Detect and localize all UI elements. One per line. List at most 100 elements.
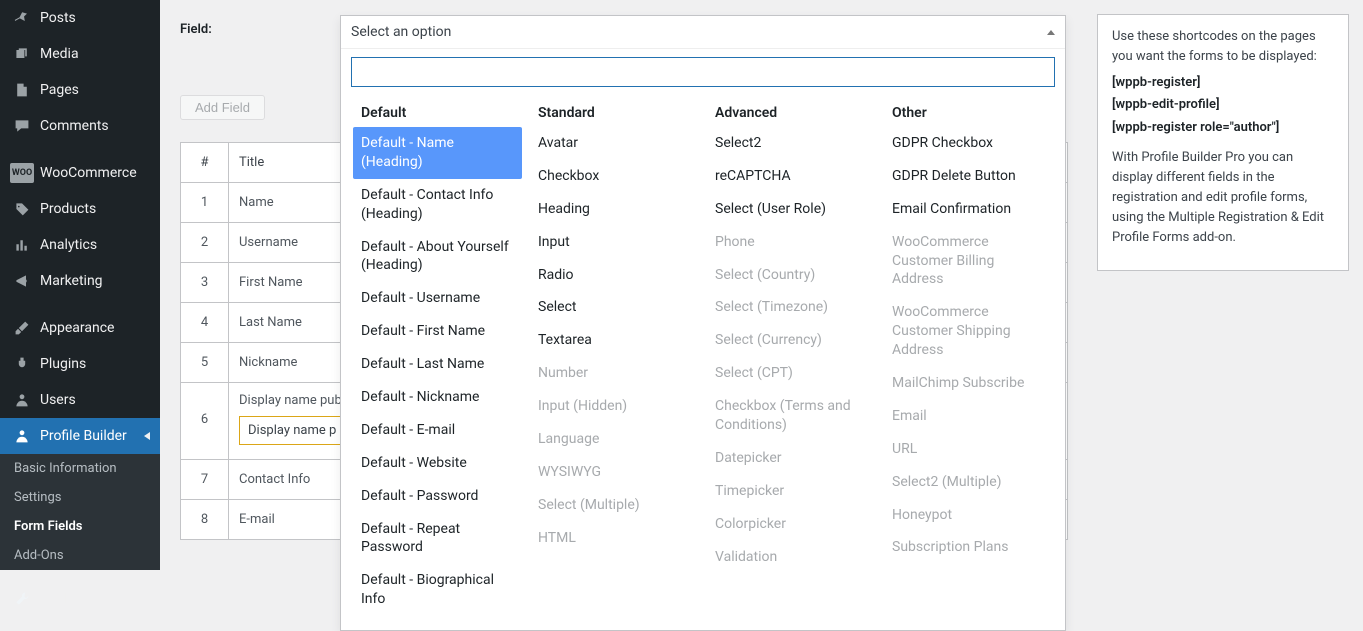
dropdown-option[interactable]: Avatar	[530, 127, 699, 160]
menu-item-appearance[interactable]: Appearance	[0, 310, 160, 346]
dropdown-option[interactable]: Default - Name (Heading)	[353, 127, 522, 179]
dropdown-option[interactable]: Textarea	[530, 324, 699, 357]
dropdown-option[interactable]: Default - First Name	[353, 315, 522, 348]
row-number: 5	[181, 343, 229, 383]
menu-label: Posts	[40, 9, 76, 27]
dropdown-option: Select (Currency)	[707, 324, 876, 357]
menu-item-products[interactable]: Products	[0, 191, 160, 227]
menu-item-plugins[interactable]: Plugins	[0, 346, 160, 382]
submenu-item-settings[interactable]: Settings	[0, 483, 160, 512]
dropdown-option[interactable]: Select	[530, 291, 699, 324]
dropdown-group-label: Default	[353, 101, 522, 127]
dropdown-option: WooCommerce Customer Billing Address	[884, 226, 1053, 297]
row-badge: Display name p	[239, 416, 345, 445]
menu-item-woocommerce[interactable]: WOOWooCommerce	[0, 155, 160, 191]
dropdown-option[interactable]: Default - E-mail	[353, 414, 522, 447]
dropdown-option[interactable]: Default - Website	[353, 447, 522, 480]
dropdown-option: Datepicker	[707, 442, 876, 475]
menu-item-comments[interactable]: Comments	[0, 108, 160, 144]
menu-item-profile-builder[interactable]: Profile Builder	[0, 418, 160, 454]
submenu-item-add-ons[interactable]: Add-Ons	[0, 541, 160, 570]
field-label: Field:	[180, 22, 212, 37]
menu-label: Profile Builder	[40, 427, 127, 445]
dropdown-option[interactable]: reCAPTCHA	[707, 160, 876, 193]
dropdown-option: Email	[884, 400, 1053, 433]
dropdown-option: Timepicker	[707, 475, 876, 508]
dropdown-option[interactable]: Default - Biographical Info	[353, 564, 522, 616]
dropdown-option: WooCommerce Customer Shipping Address	[884, 296, 1053, 367]
dropdown-option[interactable]: Default - Repeat Password	[353, 513, 522, 565]
menu-item-marketing[interactable]: Marketing	[0, 263, 160, 299]
user-icon	[12, 390, 32, 410]
row-number: 1	[181, 183, 229, 223]
woo-icon: WOO	[12, 163, 32, 183]
menu-item-tools[interactable]: Tools	[0, 581, 160, 617]
dropdown-option[interactable]: GDPR Checkbox	[884, 127, 1053, 160]
menu-label: Marketing	[40, 272, 103, 290]
chart-icon	[12, 235, 32, 255]
dropdown-option: Subscription Plans	[884, 531, 1053, 564]
dropdown-option[interactable]: Default - Username	[353, 282, 522, 315]
dropdown-option[interactable]: GDPR Delete Button	[884, 160, 1053, 193]
dropdown-search-input[interactable]	[351, 57, 1055, 87]
help-note: With Profile Builder Pro you can display…	[1112, 148, 1334, 249]
menu-label: Plugins	[40, 355, 86, 373]
dropdown-option[interactable]: Checkbox	[530, 160, 699, 193]
dropdown-option[interactable]: Email Confirmation	[884, 193, 1053, 226]
menu-label: Products	[40, 200, 96, 218]
dropdown-option: Number	[530, 357, 699, 390]
menu-label: Comments	[40, 117, 109, 135]
row-number: 3	[181, 263, 229, 303]
dropdown-group: StandardAvatarCheckboxHeadingInputRadioS…	[526, 101, 703, 616]
dropdown-option: Input (Hidden)	[530, 390, 699, 423]
dropdown-option: WYSIWYG	[530, 456, 699, 489]
submenu-item-form-fields[interactable]: Form Fields	[0, 512, 160, 541]
add-field-button[interactable]: Add Field	[180, 95, 265, 120]
dropdown-option: Colorpicker	[707, 508, 876, 541]
menu-label: Media	[40, 45, 79, 63]
dropdown-option[interactable]: Default - Password	[353, 480, 522, 513]
dropdown-option: MailChimp Subscribe	[884, 367, 1053, 400]
admin-sidebar: Posts Media Pages Comments WOOWooCommerce Pr…	[0, 0, 160, 552]
dropdown-option[interactable]: Heading	[530, 193, 699, 226]
menu-item-posts[interactable]: Posts	[0, 0, 160, 36]
menu-item-pages[interactable]: Pages	[0, 72, 160, 108]
row-number: 2	[181, 223, 229, 263]
shortcode: [wppb-register role="author"]	[1112, 118, 1334, 138]
dropdown-group: OtherGDPR CheckboxGDPR Delete ButtonEmai…	[880, 101, 1057, 616]
shortcode: [wppb-edit-profile]	[1112, 95, 1334, 115]
brush-icon	[12, 318, 32, 338]
dropdown-option[interactable]: Select2	[707, 127, 876, 160]
dropdown-option: Validation	[707, 541, 876, 574]
help-panel: Use these shortcodes on the pages you wa…	[1097, 14, 1349, 271]
dropdown-toggle[interactable]: Select an option	[341, 16, 1065, 49]
dropdown-option[interactable]: Default - Nickname	[353, 381, 522, 414]
dropdown-option[interactable]: Default - Contact Info (Heading)	[353, 179, 522, 231]
active-arrow-icon	[144, 432, 150, 440]
menu-item-analytics[interactable]: Analytics	[0, 227, 160, 263]
user-icon	[12, 426, 32, 446]
dropdown-option[interactable]: Radio	[530, 259, 699, 292]
row-number: 6	[181, 383, 229, 460]
row-number: 7	[181, 460, 229, 500]
dropdown-option: Checkbox (Terms and Conditions)	[707, 390, 876, 442]
page-icon	[12, 80, 32, 100]
dropdown-selected-label: Select an option	[351, 24, 451, 40]
menu-label: Analytics	[40, 236, 97, 254]
menu-item-users[interactable]: Users	[0, 382, 160, 418]
dropdown-option: Select (Multiple)	[530, 489, 699, 522]
dropdown-group-label: Advanced	[707, 101, 876, 127]
dropdown-option: Select (CPT)	[707, 357, 876, 390]
wrench-icon	[12, 589, 32, 609]
dropdown-group: AdvancedSelect2reCAPTCHASelect (User Rol…	[703, 101, 880, 616]
dropdown-group: DefaultDefault - Name (Heading)Default -…	[349, 101, 526, 616]
dropdown-group-label: Other	[884, 101, 1053, 127]
dropdown-option[interactable]: Input	[530, 226, 699, 259]
dropdown-option[interactable]: Default - About Yourself (Heading)	[353, 231, 522, 283]
dropdown-option[interactable]: Default - Last Name	[353, 348, 522, 381]
dropdown-option: Select2 (Multiple)	[884, 466, 1053, 499]
dropdown-option: Select (Country)	[707, 259, 876, 292]
dropdown-option[interactable]: Select (User Role)	[707, 193, 876, 226]
menu-item-media[interactable]: Media	[0, 36, 160, 72]
submenu-item-basic-information[interactable]: Basic Information	[0, 454, 160, 483]
